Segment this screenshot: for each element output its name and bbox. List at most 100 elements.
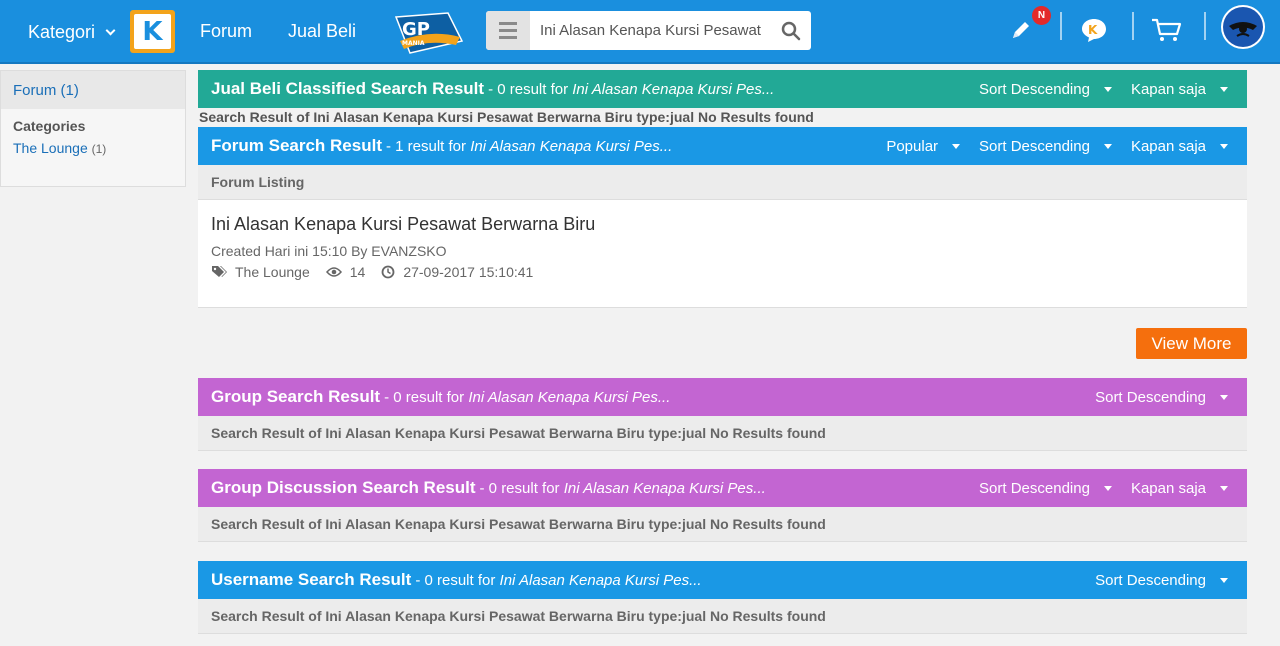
thread-meta: Created Hari ini 15:10 By EVANZSKO [211,243,447,259]
result-query: Ini Alasan Kenapa Kursi Pes... [499,571,702,589]
result-query: Ini Alasan Kenapa Kursi Pes... [468,388,671,406]
hamburger-icon-line [499,29,517,32]
thread-stats: The Lounge 14 27-09-2017 15:10:41 [211,264,549,280]
caret-down-icon [952,143,961,149]
caret-down-icon [1103,86,1112,92]
thread-category[interactable]: The Lounge [211,264,310,280]
kaskus-logo[interactable]: K [130,10,175,53]
result-count-text: - 0 result for [479,479,560,497]
section-title: Group Search Result [211,387,381,406]
section-title: Forum Search Result [211,136,382,155]
forum-listing-label: Forum Listing [198,165,1247,200]
result-query: Ini Alasan Kenapa Kursi Pes... [470,137,673,155]
time-dropdown[interactable]: Kapan saja [1131,480,1228,497]
username-section-header: Username Search Result - 0 result for In… [198,561,1247,599]
svg-text:MANIA: MANIA [402,40,425,47]
category-name: The Lounge [13,140,88,156]
popular-dropdown[interactable]: Popular [886,137,961,155]
eye-icon [325,267,342,277]
chevron-down-icon [105,25,116,36]
sort-dropdown[interactable]: Sort Descending [1095,572,1228,589]
notification-badge: N [1032,6,1051,25]
forum-section-header: Forum Search Result - 1 result for Ini A… [198,127,1247,165]
section-result-count: - 0 result for Ini Alasan Kenapa Kursi P… [488,81,774,98]
time-dropdown[interactable]: Kapan saja [1131,138,1228,155]
section-title: Username Search Result [211,570,412,589]
caret-down-icon [1220,86,1228,92]
jualbeli-section-header: Jual Beli Classified Search Result - 0 r… [198,70,1247,108]
nav-forum-link[interactable]: Forum [200,21,252,42]
time-label: Kapan saja [1130,80,1206,98]
sidebar-category-the-lounge[interactable]: The Lounge (1) [1,134,185,156]
popular-label: Popular [886,137,939,155]
caret-down-icon [1103,143,1112,149]
thread-views: 14 [325,264,366,280]
cart-button[interactable] [1149,10,1183,50]
svg-text:K: K [1088,23,1098,37]
sort-label: Sort Descending [1095,571,1206,589]
sort-dropdown[interactable]: Sort Descending [979,81,1112,98]
search-button[interactable] [771,11,811,50]
categories-heading: Categories [13,118,86,134]
group-section-header: Group Search Result - 0 result for Ini A… [198,378,1247,416]
divider [1132,12,1134,40]
section-title: Jual Beli Classified Search Result [211,79,485,98]
divider [1204,12,1206,40]
caret-down-icon [1220,394,1228,400]
views-count: 14 [349,264,366,280]
result-query: Ini Alasan Kenapa Kursi Pes... [572,80,775,98]
thread-category-label: The Lounge [235,264,310,280]
group-no-results: Search Result of Ini Alasan Kenapa Kursi… [198,416,1247,451]
kategori-dropdown[interactable]: Kategori [28,22,116,43]
section-result-count: - 0 result for Ini Alasan Kenapa Kursi P… [384,389,670,406]
gp-mania-logo[interactable]: GP MANIA [390,11,466,55]
username-no-results: Search Result of Ini Alasan Kenapa Kursi… [198,599,1247,634]
thread-datetime: 27-09-2017 15:10:41 [381,264,533,280]
avatar-icon [1221,5,1265,49]
search-input[interactable] [530,11,771,50]
sidebar-item-forum[interactable]: Forum (1) [1,71,185,109]
tags-icon [212,266,227,277]
filter-sidebar: Forum (1) Categories The Lounge (1) [0,70,186,187]
divider [1060,12,1062,40]
result-query: Ini Alasan Kenapa Kursi Pes... [563,479,766,497]
view-more-button[interactable]: View More [1136,328,1247,359]
caret-down-icon [1220,485,1228,491]
svg-text:GP: GP [402,19,430,40]
result-count-text: - 0 result for [488,80,569,98]
pencil-icon [1013,22,1029,38]
time-dropdown[interactable]: Kapan saja [1131,81,1228,98]
sort-dropdown[interactable]: Sort Descending [1095,389,1228,406]
category-count: (1) [91,142,107,156]
result-count-text: - 0 result for [415,571,496,589]
caret-down-icon [1220,143,1228,149]
section-title: Group Discussion Search Result [211,478,476,497]
sort-dropdown[interactable]: Sort Descending [979,480,1112,497]
forum-result-item: Ini Alasan Kenapa Kursi Pesawat Berwarna… [198,200,1247,308]
search-menu-button[interactable] [486,11,530,50]
hamburger-icon-line [499,36,517,39]
sort-label: Sort Descending [1095,388,1206,406]
kategori-label: Kategori [28,22,96,42]
caret-down-icon [1103,485,1112,491]
sort-label: Sort Descending [979,80,1090,98]
jualbeli-no-results: Search Result of Ini Alasan Kenapa Kursi… [199,109,814,125]
clock-icon [381,265,395,279]
time-label: Kapan saja [1130,479,1206,497]
sort-label: Sort Descending [979,137,1090,155]
user-avatar[interactable] [1220,4,1266,50]
nav-jualbeli-link[interactable]: Jual Beli [288,21,356,42]
caret-down-icon [1220,577,1228,583]
hamburger-icon [499,22,517,25]
thread-title-link[interactable]: Ini Alasan Kenapa Kursi Pesawat Berwarna… [211,214,595,235]
chat-bubble-icon: K [1082,19,1106,42]
section-result-count: - 1 result for Ini Alasan Kenapa Kursi P… [386,138,672,155]
group-discussion-section-header: Group Discussion Search Result - 0 resul… [198,469,1247,507]
chat-button[interactable]: K [1078,10,1110,50]
result-count-text: - 1 result for [386,137,467,155]
sort-dropdown[interactable]: Sort Descending [979,138,1112,155]
result-count-text: - 0 result for [384,388,465,406]
time-label: Kapan saja [1130,137,1206,155]
kaskus-k-icon: K [134,14,171,49]
search-icon [781,21,801,40]
